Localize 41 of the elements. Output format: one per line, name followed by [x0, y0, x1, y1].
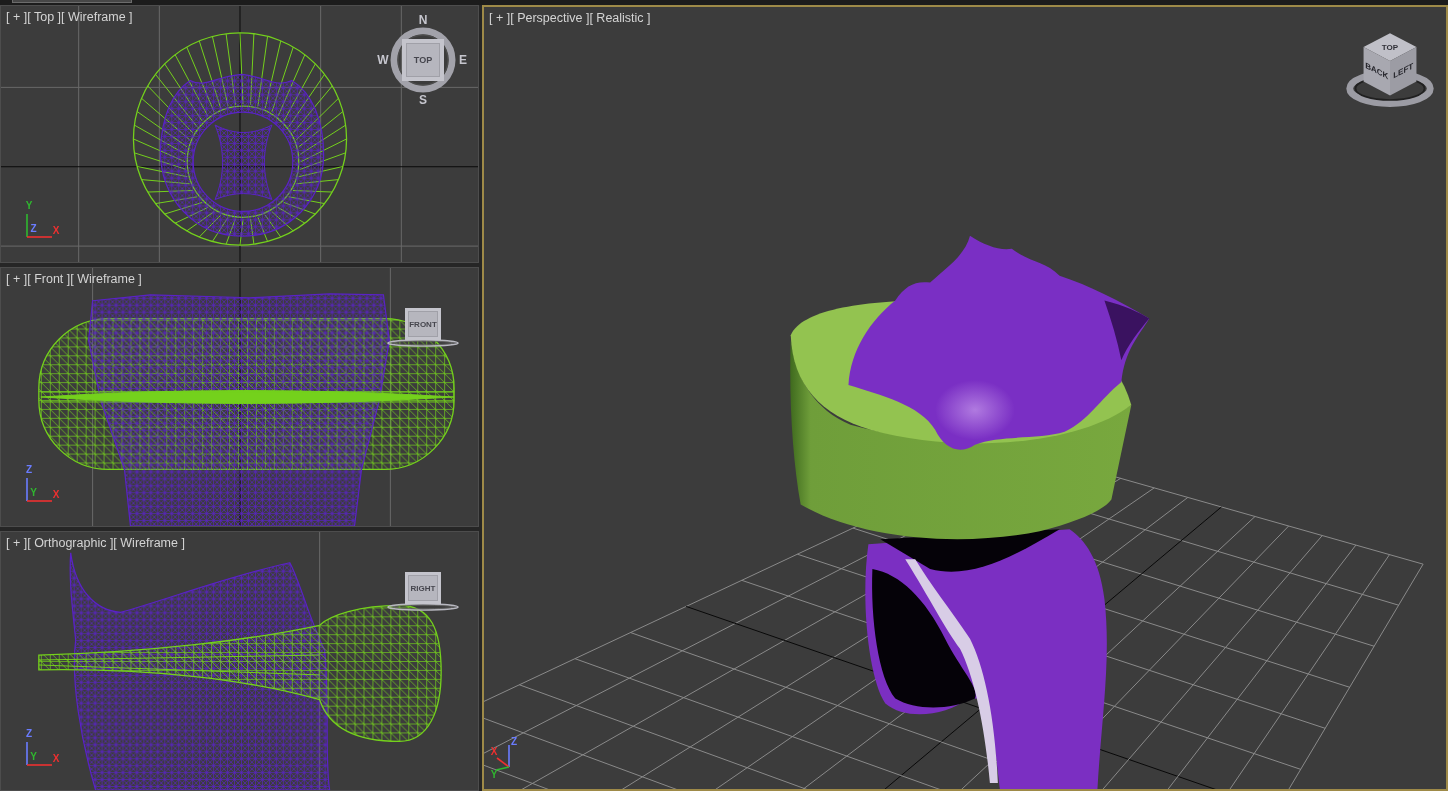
viewport-menu[interactable]: [ Top ] — [27, 10, 62, 25]
viewport-menu[interactable]: [ + ] — [489, 11, 511, 26]
axis-tripod-icon — [26, 477, 54, 503]
axis-tripod-icon — [493, 744, 511, 771]
view-cube-ring-icon[interactable] — [386, 603, 460, 611]
viewport-menu[interactable]: [ Front ] — [27, 272, 71, 287]
viewport[interactable]: [ + ][ Front ][ Wireframe ] FRONT Z Y X — [0, 267, 479, 527]
axis-label: X — [490, 747, 498, 757]
view-cube-ring-icon[interactable] — [386, 339, 460, 347]
axis-label: X — [52, 490, 60, 500]
compass-ring-icon[interactable] — [388, 25, 458, 95]
axis-label: Z — [25, 465, 33, 475]
compass-label[interactable]: E — [459, 54, 467, 66]
axis-tripod-icon — [26, 741, 54, 767]
axis-label: Y — [30, 488, 37, 498]
axis-label: Z — [510, 737, 518, 747]
viewport[interactable]: [ + ][ Orthographic ][ Wireframe ] RIGHT Z Y X — [0, 531, 479, 791]
viewport[interactable]: [ + ][ Top ][ Wireframe ] N E S W TOP Y Z X — [0, 5, 479, 263]
axis-label: Z — [30, 224, 37, 234]
axis-label: Y — [30, 752, 37, 762]
compass-label[interactable]: W — [377, 54, 389, 66]
viewport-menu[interactable]: [ Realistic ] — [589, 11, 651, 26]
viewport-menu[interactable]: [ + ] — [6, 272, 28, 287]
view-cube[interactable]: FRONT — [405, 308, 441, 340]
viewport-menu[interactable]: [ Wireframe ] — [61, 10, 133, 25]
compass-label[interactable]: S — [419, 94, 427, 106]
axis-label: Y — [490, 770, 498, 780]
viewport-menu[interactable]: [ Perspective ] — [510, 11, 590, 26]
axis-label: Y — [25, 201, 33, 211]
viewport-menu[interactable]: [ Orthographic ] — [27, 536, 114, 551]
axis-label: Z — [25, 729, 33, 739]
viewport-menu[interactable]: [ Wireframe ] — [113, 536, 185, 551]
view-cube[interactable]: RIGHT — [405, 572, 441, 604]
viewport-menu[interactable]: [ + ] — [6, 536, 28, 551]
view-cube[interactable]: TOP — [402, 39, 444, 81]
axis-tripod-icon — [26, 213, 54, 239]
axis-label: X — [52, 754, 60, 764]
compass-label[interactable]: N — [418, 14, 428, 26]
viewport-menu[interactable]: [ + ] — [6, 10, 28, 25]
axis-label: X — [52, 226, 60, 236]
viewport-menu[interactable]: [ Wireframe ] — [70, 272, 142, 287]
